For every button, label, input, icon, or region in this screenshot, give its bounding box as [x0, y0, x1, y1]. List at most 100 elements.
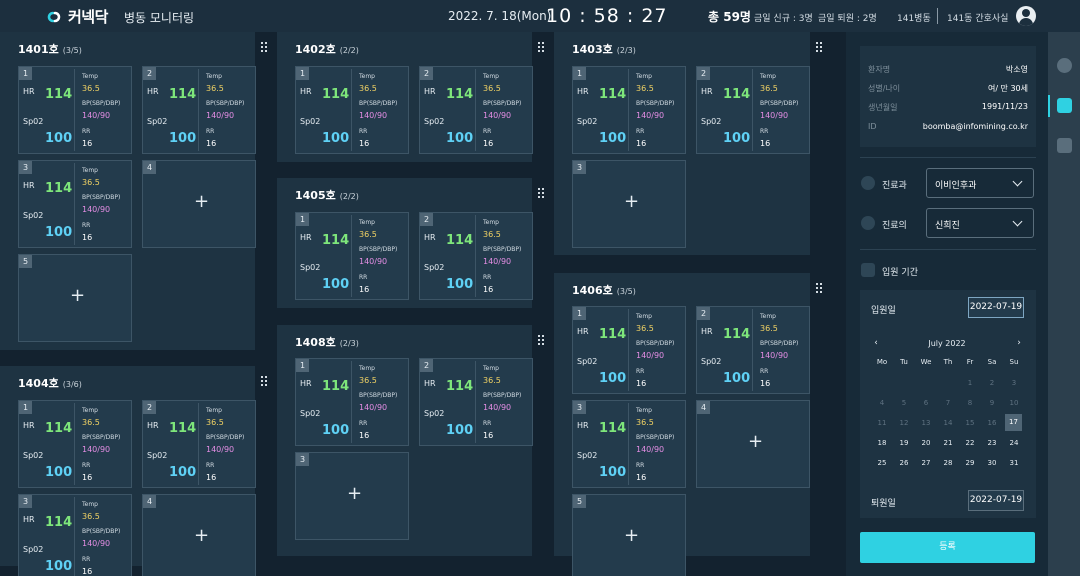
bed-card[interactable]: 2 HR 114 Sp02 100 Temp 36.5 BP(SBP/DBP) 140/90 RR…	[419, 212, 533, 300]
bed-card[interactable]: 1 HR 114 Sp02 100 Temp 36.5 BP(SBP/DBP) 140/90 RR…	[18, 66, 132, 154]
room-card: 1403호 (2/3) 1 HR 114 Sp02 100 Temp 36.5 BP(SBP/DB…	[554, 32, 822, 255]
bed-card[interactable]: 2 HR 114 Sp02 100 Temp 36.5 BP(SBP/DBP) 140/90 RR…	[696, 66, 810, 154]
add-bed-icon[interactable]: +	[70, 285, 85, 306]
nurse-station[interactable]: 141동 간호사실	[947, 11, 1008, 24]
room-occupancy: (2/2)	[339, 46, 359, 55]
calendar-day[interactable]: 6	[915, 396, 937, 410]
bed-card[interactable]: 1 HR 114 Sp02 100 Temp 36.5 BP(SBP/DBP) 140/90 RR…	[295, 66, 409, 154]
bed-card[interactable]: 2 HR 114 Sp02 100 Temp 36.5 BP(SBP/DBP) 140/90 RR…	[142, 66, 256, 154]
add-bed-icon[interactable]: +	[624, 525, 639, 546]
spo2-label: Sp02	[300, 409, 321, 418]
add-bed-icon[interactable]: +	[194, 525, 209, 546]
spo2-value: 100	[599, 465, 627, 480]
total-patients: 총 59명	[708, 10, 751, 24]
calendar-day[interactable]: 8	[959, 396, 981, 410]
calendar-day[interactable]: 31	[1003, 456, 1025, 470]
bed-card[interactable]: 2 HR 114 Sp02 100 Temp 36.5 BP(SBP/DBP) 140/90 RR…	[419, 358, 533, 446]
calendar-day[interactable]: 17	[1005, 414, 1022, 431]
calendar-day[interactable]: 30	[981, 456, 1003, 470]
bed-card[interactable]: 2 HR 114 Sp02 100 Temp 36.5 BP(SBP/DBP) 140/90 RR…	[696, 306, 810, 394]
calendar-day[interactable]: 20	[915, 436, 937, 450]
bed-card[interactable]: 3 HR 114 Sp02 100 Temp 36.5 BP(SBP/DBP) 140/90 RR…	[18, 494, 132, 576]
calendar-day[interactable]: 3	[1003, 376, 1025, 390]
calendar-next-icon[interactable]: ›	[1014, 338, 1024, 348]
add-bed-icon[interactable]: +	[748, 431, 763, 452]
bed-card[interactable]: 1 HR 114 Sp02 100 Temp 36.5 BP(SBP/DBP) 140/90 RR…	[295, 212, 409, 300]
calendar-day[interactable]: 22	[959, 436, 981, 450]
admit-date-input[interactable]: 2022-07-19	[968, 297, 1024, 318]
empty-bed-card[interactable]: 4 +	[142, 494, 256, 576]
calendar-day[interactable]: 27	[915, 456, 937, 470]
empty-bed-card[interactable]: 5 +	[572, 494, 686, 576]
bed-number: 4	[143, 161, 156, 174]
bed-card[interactable]: 2 HR 114 Sp02 100 Temp 36.5 BP(SBP/DBP) 140/90 RR…	[142, 400, 256, 488]
drag-handle-icon[interactable]	[538, 42, 544, 52]
calendar-day[interactable]: 9	[981, 396, 1003, 410]
hr-label: HR	[23, 87, 35, 96]
clipboard-tool-icon[interactable]	[1057, 138, 1072, 153]
spo2-label: Sp02	[577, 117, 598, 126]
add-bed-icon[interactable]: +	[624, 191, 639, 212]
rr-label: RR	[760, 368, 769, 375]
bed-card[interactable]: 1 HR 114 Sp02 100 Temp 36.5 BP(SBP/DBP) 140/90 RR…	[572, 66, 686, 154]
logo[interactable]: 커넥닥	[44, 6, 108, 27]
bed-card[interactable]: 3 HR 114 Sp02 100 Temp 36.5 BP(SBP/DBP) 140/90 RR…	[18, 160, 132, 248]
calendar-day[interactable]: 1	[959, 376, 981, 390]
doctor-label: 진료의	[882, 221, 907, 231]
bed-number: 2	[143, 67, 156, 80]
calendar-day[interactable]: 21	[937, 436, 959, 450]
drag-handle-icon[interactable]	[538, 335, 544, 345]
calendar-day[interactable]: 7	[937, 396, 959, 410]
discharge-date-input[interactable]: 2022-07-19	[968, 490, 1024, 511]
calendar-day[interactable]: 13	[915, 416, 937, 430]
bp-label: BP(SBP/DBP)	[359, 246, 398, 253]
calendar-day[interactable]: 28	[937, 456, 959, 470]
drag-handle-icon[interactable]	[538, 188, 544, 198]
add-bed-icon[interactable]: +	[194, 191, 209, 212]
calendar-day[interactable]: 5	[893, 396, 915, 410]
submit-button[interactable]: 등록	[860, 532, 1035, 563]
calendar-day[interactable]: 12	[893, 416, 915, 430]
ward-name[interactable]: 141병동	[897, 11, 931, 24]
calendar-prev-icon[interactable]: ‹	[871, 338, 881, 348]
empty-bed-card[interactable]: 4 +	[142, 160, 256, 248]
temp-label: Temp	[483, 219, 499, 226]
drag-handle-icon[interactable]	[816, 42, 822, 52]
add-bed-icon[interactable]: +	[347, 483, 362, 504]
empty-bed-card[interactable]: 3 +	[572, 160, 686, 248]
calendar-day[interactable]: 10	[1003, 396, 1025, 410]
room-occupancy: (2/2)	[339, 192, 359, 201]
calendar-day[interactable]: 4	[871, 396, 893, 410]
calendar-day[interactable]: 23	[981, 436, 1003, 450]
room-name: 1401호 (3/5)	[18, 43, 82, 56]
temperature-value: 36.5	[82, 512, 100, 521]
empty-bed-card[interactable]: 3 +	[295, 452, 409, 540]
info-tool-icon[interactable]	[1057, 58, 1072, 73]
calendar-day[interactable]: 19	[893, 436, 915, 450]
bed-card[interactable]: 1 HR 114 Sp02 100 Temp 36.5 BP(SBP/DBP) 140/90 RR…	[18, 400, 132, 488]
bed-card[interactable]: 2 HR 114 Sp02 100 Temp 36.5 BP(SBP/DBP) 140/90 RR…	[419, 66, 533, 154]
calendar-day[interactable]: 24	[1003, 436, 1025, 450]
drag-handle-icon[interactable]	[261, 42, 267, 52]
empty-bed-card[interactable]: 5 +	[18, 254, 132, 342]
empty-bed-card[interactable]: 4 +	[696, 400, 810, 488]
calendar-day[interactable]: 15	[959, 416, 981, 430]
user-avatar-icon[interactable]	[1016, 6, 1036, 26]
bed-card[interactable]: 1 HR 114 Sp02 100 Temp 36.5 BP(SBP/DBP) 140/90 RR…	[295, 358, 409, 446]
add-patient-tool-icon[interactable]	[1057, 98, 1072, 113]
calendar-day[interactable]: 18	[871, 436, 893, 450]
bp-label: BP(SBP/DBP)	[359, 392, 398, 399]
bed-card[interactable]: 1 HR 114 Sp02 100 Temp 36.5 BP(SBP/DBP) 140/90 RR…	[572, 306, 686, 394]
calendar-day[interactable]: 29	[959, 456, 981, 470]
calendar-day[interactable]: 25	[871, 456, 893, 470]
drag-handle-icon[interactable]	[816, 283, 822, 293]
doctor-select[interactable]: 신희진	[926, 208, 1034, 238]
calendar-day[interactable]: 11	[871, 416, 893, 430]
bed-card[interactable]: 3 HR 114 Sp02 100 Temp 36.5 BP(SBP/DBP) 140/90 RR…	[572, 400, 686, 488]
calendar-day[interactable]: 14	[937, 416, 959, 430]
calendar-day[interactable]: 16	[981, 416, 1003, 430]
calendar-day[interactable]: 2	[981, 376, 1003, 390]
calendar-day[interactable]: 26	[893, 456, 915, 470]
department-select[interactable]: 이비인후과	[926, 168, 1034, 198]
drag-handle-icon[interactable]	[261, 376, 267, 386]
